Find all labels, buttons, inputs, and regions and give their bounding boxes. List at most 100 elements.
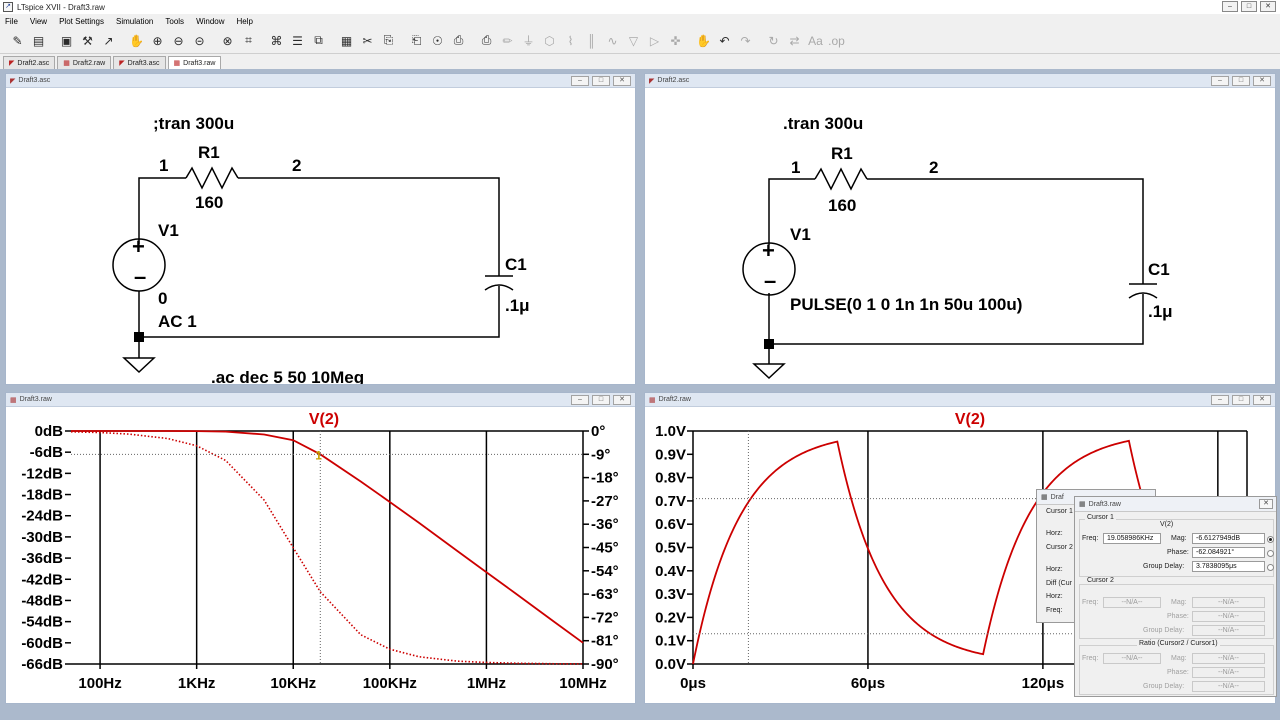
schematic-window-draft2[interactable]: ◤ Draft2.asc – □ ✕ + – .tran 300u R1 160 1… <box>644 73 1276 385</box>
wire-icon[interactable]: ✏ <box>498 31 517 50</box>
schematic-window-draft3[interactable]: ◤ Draft3.asc – □ ✕ + – ;tran 300u R1 160 1… <box>5 73 636 385</box>
c1-name[interactable]: C1 <box>505 255 527 274</box>
tab-draft2-asc[interactable]: ◤ Draft2.asc <box>3 56 56 69</box>
tran-directive[interactable]: .tran 300u <box>783 114 863 133</box>
v1-name[interactable]: V1 <box>158 221 179 240</box>
panel-maximize-button[interactable]: □ <box>592 75 610 86</box>
panel-maximize-button[interactable]: □ <box>1232 394 1250 405</box>
resistor-r1-symbol[interactable] <box>814 167 868 191</box>
cursor1-group-delay-field[interactable]: 3.7838095μs <box>1192 561 1265 572</box>
phase-trace[interactable] <box>70 430 584 665</box>
close-button[interactable]: ✕ <box>1260 1 1276 12</box>
mirror-icon[interactable]: ⇄ <box>785 31 804 50</box>
print-icon[interactable]: ⎙ <box>477 31 496 50</box>
minimize-button[interactable]: – <box>1222 1 1238 12</box>
new-schematic-icon[interactable]: ✎ <box>8 31 27 50</box>
r1-name[interactable]: R1 <box>831 144 853 163</box>
inductor-icon[interactable]: ∿ <box>603 31 622 50</box>
trace-label-v2[interactable]: V(2) <box>955 411 985 428</box>
tile-horizontal-icon[interactable]: ☰ <box>288 31 307 50</box>
c1-name[interactable]: C1 <box>1148 260 1170 279</box>
diode-icon[interactable]: ▽ <box>624 31 643 50</box>
menu-window[interactable]: Window <box>196 17 224 26</box>
resistor-icon[interactable]: ⌇ <box>561 31 580 50</box>
panel-minimize-button[interactable]: – <box>571 394 589 405</box>
tab-draft3-asc[interactable]: ◤ Draft3.asc <box>113 56 166 69</box>
v1-name[interactable]: V1 <box>790 225 811 244</box>
tab-draft3-raw[interactable]: ▦ Draft3.raw <box>167 56 222 69</box>
panel-close-button[interactable]: ✕ <box>613 394 631 405</box>
cursor-dialog[interactable]: ▦ Draft3.raw ✕ Cursor 1 V(2) Freq: 19.0589… <box>1074 496 1277 697</box>
phase-radio[interactable] <box>1267 550 1274 557</box>
cursor1-phase-field[interactable]: -62.084921° <box>1192 547 1265 558</box>
menu-plot-settings[interactable]: Plot Settings <box>59 17 104 26</box>
schematic-canvas[interactable]: + – ;tran 300u R1 160 1 2 V1 0 AC 1 C1 .… <box>6 88 635 384</box>
waveform-window-draft3[interactable]: ▦ Draft3.raw – □ ✕ 0dB -6dB -12dB -18dB -24dB -… <box>5 392 636 704</box>
move-icon[interactable]: ✜ <box>666 31 685 50</box>
fit-icon[interactable]: ⌘ <box>267 31 286 50</box>
tab-draft2-raw[interactable]: ▦ Draft2.raw <box>57 56 112 69</box>
zoom-cancel-icon[interactable]: ⊗ <box>218 31 237 50</box>
wire[interactable] <box>238 177 500 276</box>
panel-close-button[interactable]: ✕ <box>613 75 631 86</box>
r1-value[interactable]: 160 <box>828 196 856 215</box>
cursor1-mag-field[interactable]: -6.6127949dB <box>1192 533 1265 544</box>
copy-icon[interactable]: ⎘ <box>379 31 398 50</box>
panel-minimize-button[interactable]: – <box>571 75 589 86</box>
paste-icon[interactable]: ⎗ <box>407 31 426 50</box>
menu-help[interactable]: Help <box>237 17 253 26</box>
ground-symbol[interactable] <box>122 357 156 374</box>
menu-simulation[interactable]: Simulation <box>116 17 153 26</box>
text-icon[interactable]: Aa <box>806 31 825 50</box>
save-icon[interactable]: ▣ <box>57 31 76 50</box>
v1-value[interactable]: AC 1 <box>158 312 197 331</box>
ground-symbol[interactable] <box>752 363 786 380</box>
spice-directive-icon[interactable]: .op <box>827 31 846 50</box>
rotate-icon[interactable]: ↻ <box>764 31 783 50</box>
menu-file[interactable]: File <box>5 17 18 26</box>
run-icon[interactable]: ↗ <box>99 31 118 50</box>
bode-plot[interactable]: 0dB -6dB -12dB -18dB -24dB -30dB -36dB -42dB -48… <box>6 407 635 703</box>
panel-minimize-button[interactable]: – <box>1211 75 1229 86</box>
drag-icon[interactable]: ✋ <box>694 31 713 50</box>
v1-value[interactable]: PULSE(0 1 0 1n 1n 50u 100u) <box>790 295 1022 314</box>
c1-value[interactable]: .1μ <box>505 296 530 315</box>
resistor-r1-symbol[interactable] <box>185 166 239 190</box>
zoom-out-icon[interactable]: ⊖ <box>169 31 188 50</box>
cut-icon[interactable]: ✂ <box>358 31 377 50</box>
menu-tools[interactable]: Tools <box>165 17 184 26</box>
tile-vertical-icon[interactable]: ▦ <box>337 31 356 50</box>
open-icon[interactable]: ▤ <box>29 31 48 50</box>
mag-radio[interactable] <box>1267 536 1274 543</box>
panel-close-button[interactable]: ✕ <box>1253 394 1271 405</box>
print-setup-icon[interactable]: ⎙ <box>449 31 468 50</box>
panel-maximize-button[interactable]: □ <box>1232 75 1250 86</box>
capacitor-icon[interactable]: ║ <box>582 31 601 50</box>
node-square[interactable] <box>764 339 774 349</box>
undo-icon[interactable]: ↶ <box>715 31 734 50</box>
ac-directive[interactable]: .ac dec 5 50 10Meg <box>211 368 364 384</box>
zoom-fit-icon[interactable]: ⊝ <box>190 31 209 50</box>
magnitude-trace[interactable] <box>71 430 584 644</box>
panel-close-button[interactable]: ✕ <box>1253 75 1271 86</box>
r1-value[interactable]: 160 <box>195 193 223 212</box>
dialog-close-button[interactable]: ✕ <box>1259 499 1273 509</box>
panel-minimize-button[interactable]: – <box>1211 394 1229 405</box>
panel-maximize-button[interactable]: □ <box>592 394 610 405</box>
wire[interactable] <box>867 178 1144 284</box>
cascade-icon[interactable]: ⧉ <box>309 31 328 50</box>
c1-value[interactable]: .1μ <box>1148 302 1173 321</box>
schematic-canvas[interactable]: + – .tran 300u R1 160 1 2 V1 PULSE(0 1 0… <box>645 88 1275 384</box>
menu-view[interactable]: View <box>30 17 47 26</box>
zoom-in-icon[interactable]: ⊕ <box>148 31 167 50</box>
control-panel-icon[interactable]: ⚒ <box>78 31 97 50</box>
pan-icon[interactable]: ✋ <box>127 31 146 50</box>
ground-icon[interactable]: ⏚ <box>519 31 538 50</box>
redo-icon[interactable]: ↷ <box>736 31 755 50</box>
r1-name[interactable]: R1 <box>198 143 220 162</box>
cursor-1-marker[interactable]: 1 <box>315 448 322 462</box>
component-icon[interactable]: ▷ <box>645 31 664 50</box>
autorange-icon[interactable]: ⌗ <box>239 31 258 50</box>
label-icon[interactable]: ⬡ <box>540 31 559 50</box>
node-square[interactable] <box>134 332 144 342</box>
